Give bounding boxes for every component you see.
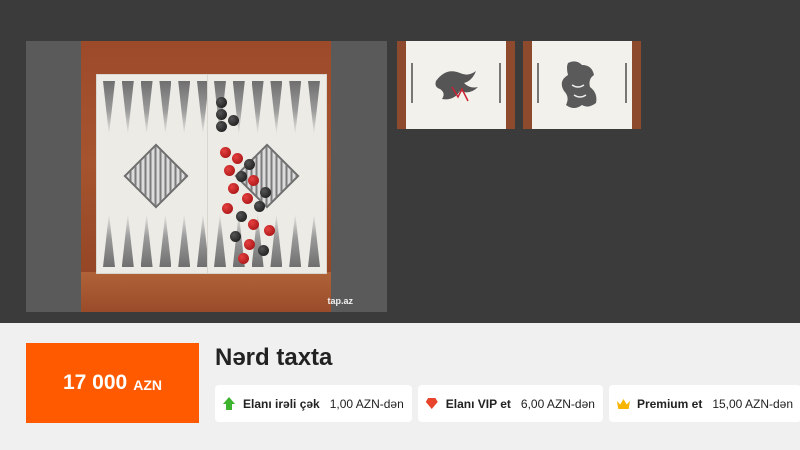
price-amount: 17 000 [62,371,128,394]
watermark: tap.az [327,296,353,306]
thumbnail-1[interactable] [397,41,515,129]
paid-services: Elanı irəli çək 1,00 AZN-dən Elanı VIP e… [215,385,800,422]
service-price: 6,00 AZN-dən [520,396,595,411]
service-name: Elanı VIP et [445,396,511,411]
dragon-icon [435,71,478,102]
service-price: 1,00 AZN-dən [329,396,404,411]
main-photo[interactable]: tap.az [26,41,387,312]
board-right-half [207,74,327,274]
premium-listing-button[interactable]: Premium et 15,00 AZN-dən [608,385,800,422]
photo-gallery: tap.az [0,0,800,323]
price-currency: AZN [133,376,162,393]
crown-icon [617,397,630,410]
arrow-up-icon [223,397,236,410]
bump-listing-button[interactable]: Elanı irəli çək 1,00 AZN-dən [215,385,412,422]
vip-listing-button[interactable]: Elanı VIP et 6,00 AZN-dən [417,385,603,422]
board-medallion [123,143,189,209]
service-name: Premium et [636,396,703,411]
listing-title: Nərd taxta [215,344,333,371]
tiger-icon [561,61,597,108]
board-left-half [96,74,216,274]
price-box: 17 000 AZN [26,343,199,423]
thumbnail-2[interactable] [523,41,641,129]
diamond-icon [426,397,439,410]
service-name: Elanı irəli çək [243,396,320,411]
service-price: 15,00 AZN-dən [712,396,794,411]
listing-info-bar: 17 000 AZN Nərd taxta Elanı irəli çək 1,… [0,323,800,450]
